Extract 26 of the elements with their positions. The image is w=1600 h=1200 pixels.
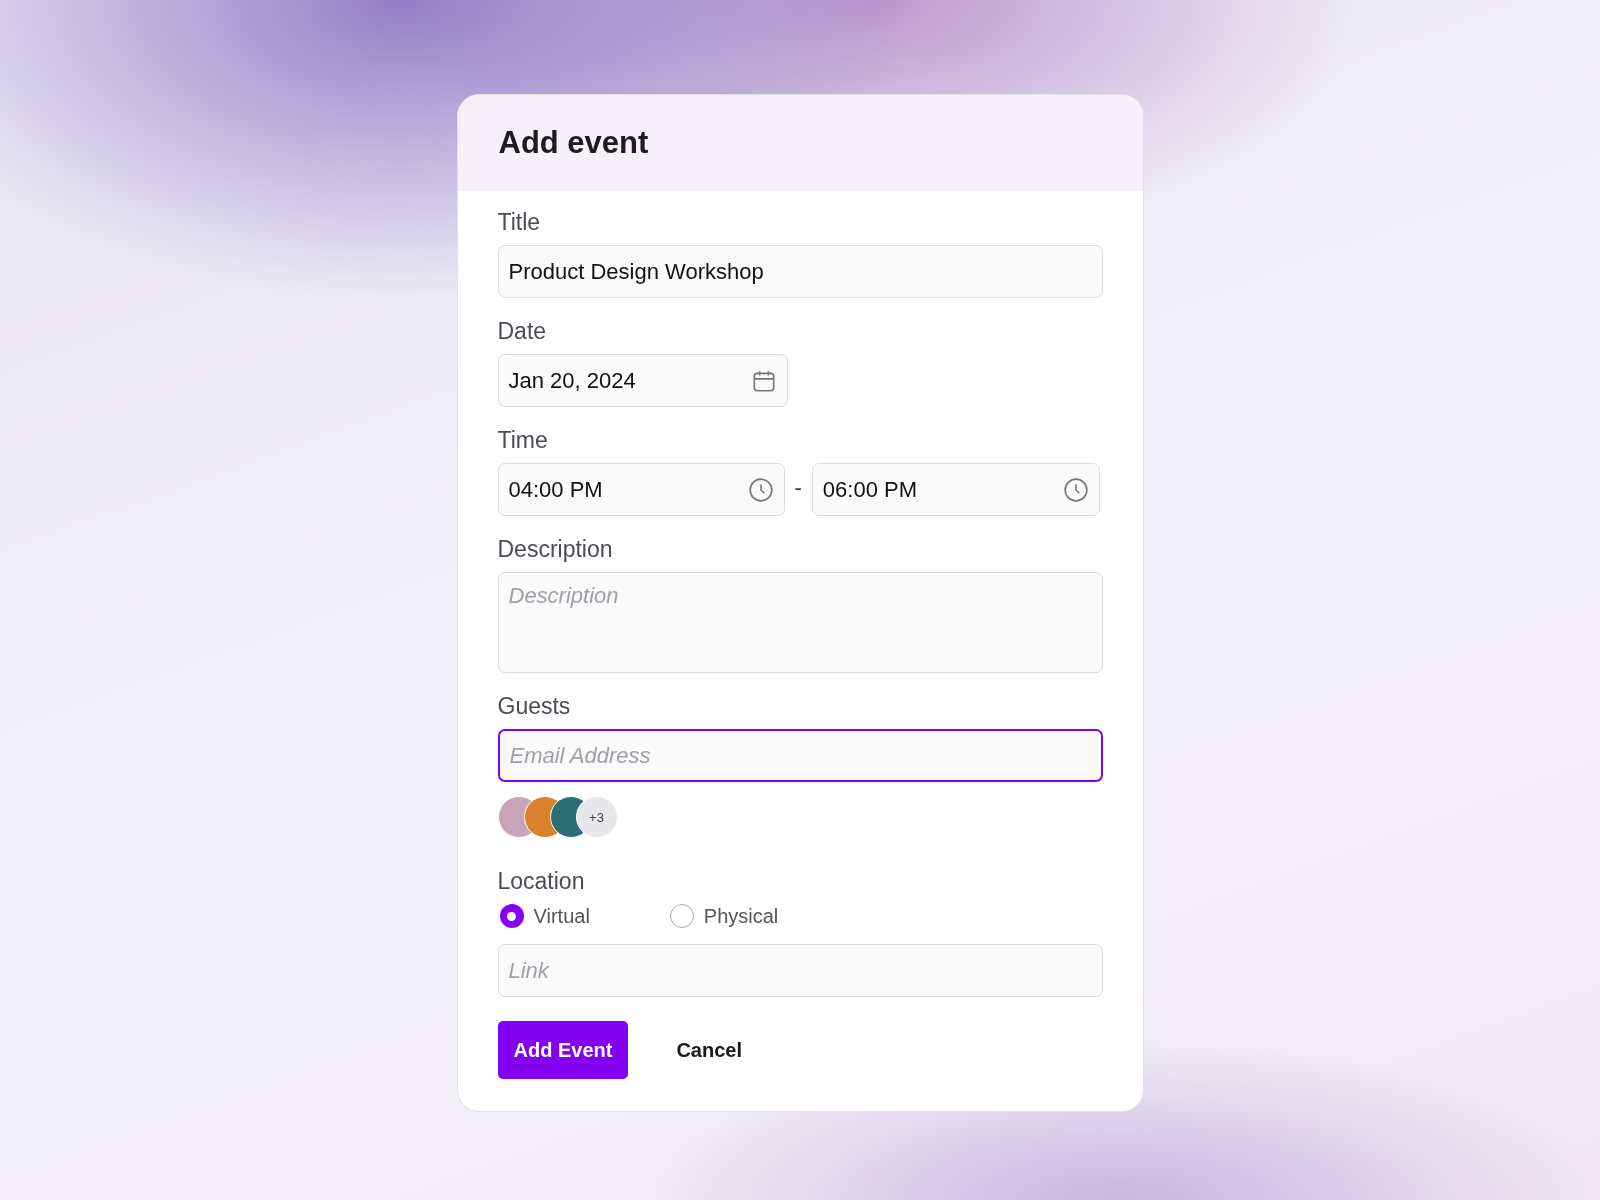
clock-icon[interactable] [747, 476, 774, 503]
radio-icon[interactable] [499, 904, 524, 928]
title-input[interactable]: Product Design Workshop [497, 245, 1103, 298]
add-event-button[interactable]: Add Event [497, 1021, 629, 1079]
field-label: Description [497, 536, 614, 563]
date-picker[interactable]: Jan 20, 2024 [497, 354, 788, 407]
field-label: Title [497, 209, 542, 236]
location-radio[interactable]: Physical [669, 904, 779, 928]
radio-label: Virtual [533, 904, 590, 928]
start-time-picker[interactable]: 04:00 PM [497, 463, 785, 516]
time-separator: - [794, 475, 802, 501]
location-radio[interactable]: Virtual [499, 904, 590, 928]
time-value: 06:00 PM [822, 476, 917, 503]
field-label: Location [497, 868, 586, 895]
radio-icon[interactable] [669, 904, 694, 928]
field-label: Guests [497, 693, 572, 720]
more-guests-count: +3 [575, 796, 618, 838]
field-label: Time [497, 427, 549, 454]
dialog-title: Add event [498, 125, 649, 161]
cancel-button[interactable]: Cancel [660, 1021, 758, 1079]
date-value: Jan 20, 2024 [508, 367, 636, 394]
end-time-picker[interactable]: 06:00 PM [811, 463, 1100, 516]
radio-label: Physical [703, 904, 779, 928]
field-label: Date [497, 318, 548, 345]
clock-icon[interactable] [1062, 476, 1089, 503]
time-value: 04:00 PM [508, 476, 603, 503]
